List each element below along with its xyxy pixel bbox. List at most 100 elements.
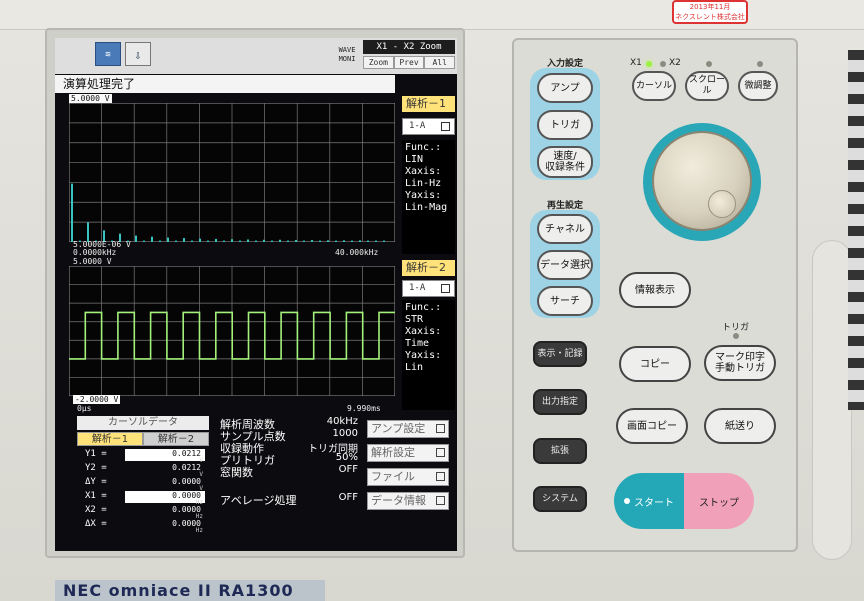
- param-value: 1000: [332, 428, 358, 439]
- mark-print-button[interactable]: マーク印字 手動トリガ: [704, 345, 776, 381]
- fine-adjust-button[interactable]: 微調整: [738, 71, 778, 101]
- data-select-button[interactable]: データ選択: [537, 250, 593, 280]
- jog-dial-grip: [708, 190, 736, 218]
- info-line: LIN: [405, 154, 424, 165]
- channel-button[interactable]: チャネル: [537, 214, 593, 244]
- info-line: Lin: [405, 362, 424, 373]
- trigger-button[interactable]: トリガ: [537, 110, 593, 140]
- screen-copy-button[interactable]: 画面コピー: [616, 408, 688, 444]
- analysis-1-channel-select[interactable]: 1-A: [402, 118, 455, 135]
- plot2-y-top-label: 5.0000 V: [73, 257, 112, 266]
- waveform-line: [69, 311, 395, 360]
- analysis-1-info: Func.: LIN Xaxis: Lin-Hz Yaxis: Lin-Mag: [402, 140, 455, 254]
- plot2-x-left-label: 0μs: [77, 404, 92, 413]
- param-key: アベレージ処理: [220, 494, 297, 507]
- scroll-button[interactable]: スクロール: [685, 71, 729, 101]
- param-value: OFF: [338, 464, 358, 475]
- plot2-y-bottom-label: -2.0000 V: [73, 395, 121, 404]
- copy-button[interactable]: コピー: [619, 346, 691, 382]
- cursor-data-title: カーソルデータ: [77, 416, 209, 430]
- cursor-value[interactable]: 0.0000: [125, 491, 205, 503]
- x2-label: X2: [669, 58, 681, 68]
- x1-label: X1: [630, 58, 642, 68]
- waveform-plot[interactable]: [69, 266, 395, 396]
- brand-plate: NEC omniace II RA1300: [55, 580, 325, 601]
- file-button[interactable]: ファイル: [367, 468, 449, 486]
- side-handle: [812, 240, 852, 560]
- recorder-device: 2013年11月 ネクスレント株式会社 ≋ ⇩ WAVE MONI X1 - X…: [0, 0, 864, 601]
- cursor-data-rows: Y1 = 0.0212 V Y2 = 0.0212 V ΔY = 0.0000 V X1 =…: [77, 448, 209, 534]
- stop-button[interactable]: ストップ: [684, 473, 754, 529]
- cursor-label: X1 =: [85, 491, 107, 501]
- display-record-button[interactable]: 表示・記録: [533, 341, 587, 367]
- analysis-2-channel-value: 1-A: [409, 283, 426, 293]
- trigger-led: [733, 333, 739, 339]
- zoom-prev-button[interactable]: Prev: [393, 56, 425, 69]
- menu-icon: [436, 448, 445, 457]
- amp-button[interactable]: アンプ: [537, 73, 593, 103]
- dropdown-icon: [441, 284, 450, 293]
- start-stop-buttons: スタート ストップ: [614, 473, 754, 529]
- menu-icon: [436, 424, 445, 433]
- tab-analysis-1[interactable]: 解析－1: [77, 432, 143, 446]
- info-line: Xaxis:: [405, 166, 442, 177]
- zoom-button[interactable]: Zoom: [363, 56, 394, 69]
- cursor-label: ΔY =: [85, 477, 107, 487]
- info-line: Time: [405, 338, 430, 349]
- cursor-unit: Hz: [195, 527, 203, 534]
- param-value: 40kHz: [326, 416, 358, 427]
- start-led-icon: [624, 498, 630, 504]
- param-value: 50%: [335, 452, 358, 463]
- zoom-controls: X1 - X2 Zoom Zoom Prev All: [363, 40, 456, 72]
- cursor-button[interactable]: カーソル: [632, 71, 676, 101]
- param-row: 解析周波数 40kHz: [218, 416, 360, 431]
- cursor-value[interactable]: 0.0212: [125, 449, 205, 461]
- waveform-view-icon[interactable]: ≋: [95, 42, 121, 66]
- info-line: Func.:: [405, 302, 442, 313]
- x2-led: [660, 61, 666, 67]
- speed-condition-button[interactable]: 速度/ 収録条件: [537, 146, 593, 178]
- wave-mode-line1: WAVE: [338, 46, 356, 54]
- zoom-title: X1 - X2 Zoom: [363, 40, 455, 54]
- dropdown-icon: [441, 122, 450, 131]
- background-rack: [848, 50, 864, 410]
- analysis-2-label: 解析－2: [402, 260, 455, 276]
- acquisition-params: 解析周波数 40kHz サンプル点数 1000 収録動作 トリガ同期 プリトリガ 50%…: [218, 416, 360, 507]
- status-message: 演算処理完了: [55, 75, 395, 93]
- cursor-label: X2 =: [85, 505, 107, 515]
- start-button[interactable]: スタート: [614, 473, 684, 529]
- inspection-sticker: 2013年11月 ネクスレント株式会社: [672, 0, 748, 24]
- tab-analysis-2[interactable]: 解析－2: [143, 432, 209, 446]
- extend-button[interactable]: 拡張: [533, 438, 587, 464]
- data-info-label: データ情報: [371, 494, 426, 507]
- plot1-x-left-label: 0.0000kHz: [73, 248, 117, 257]
- scroll-led: [706, 61, 712, 67]
- param-row: 窓関数 OFF: [218, 464, 360, 479]
- file-label: ファイル: [371, 470, 415, 483]
- plot1-x-right-label: 40.000kHz: [335, 248, 379, 257]
- analysis-2-channel-select[interactable]: 1-A: [402, 280, 455, 297]
- param-row: プリトリガ 50%: [218, 452, 360, 467]
- cursor-row-dx: ΔX = 0.0000 Hz: [77, 518, 209, 534]
- start-label: スタート: [634, 497, 674, 509]
- paper-feed-button[interactable]: 紙送り: [704, 408, 776, 444]
- param-value: OFF: [338, 492, 358, 503]
- cursor-value: 0.0212: [172, 463, 201, 472]
- amp-settings-button[interactable]: アンプ設定: [367, 420, 449, 438]
- system-button[interactable]: システム: [533, 486, 587, 512]
- search-button[interactable]: サーチ: [537, 286, 593, 316]
- save-icon[interactable]: ⇩: [125, 42, 151, 66]
- cursor-value: 0.0000: [172, 519, 201, 528]
- info-line: Lin-Hz: [405, 178, 442, 189]
- data-info-button[interactable]: データ情報: [367, 492, 449, 510]
- info-display-button[interactable]: 情報表示: [619, 272, 691, 308]
- spectrum-plot[interactable]: [69, 103, 395, 242]
- finetune-led: [757, 61, 763, 67]
- x1-led: [646, 61, 652, 67]
- zoom-all-button[interactable]: All: [424, 56, 456, 69]
- output-spec-button[interactable]: 出力指定: [533, 389, 587, 415]
- analysis-settings-button[interactable]: 解析設定: [367, 444, 449, 462]
- cursor-label: Y2 =: [85, 463, 107, 473]
- trigger-label: トリガ: [722, 323, 750, 333]
- jog-dial[interactable]: [652, 131, 752, 231]
